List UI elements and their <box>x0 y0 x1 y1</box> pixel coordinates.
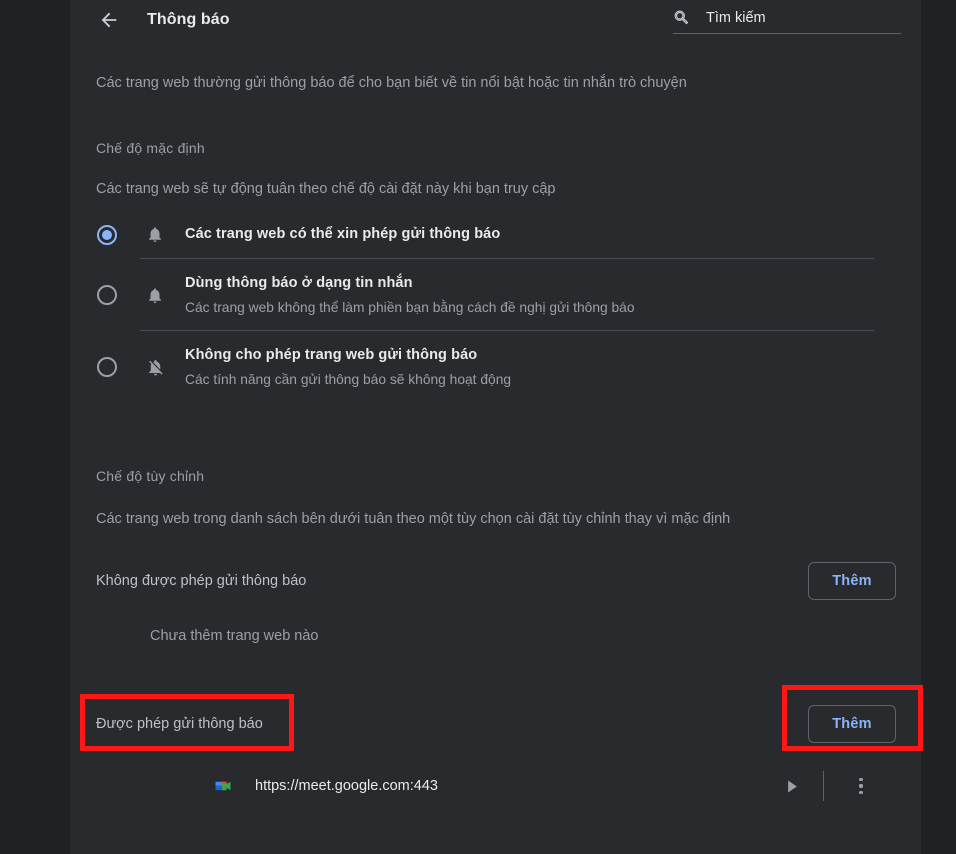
radio-indicator-quieter[interactable] <box>97 285 117 305</box>
radio-option-quieter-texts: Dùng thông báo ở dạng tin nhắn Các trang… <box>185 273 896 318</box>
radio-option-block-label: Không cho phép trang web gửi thông báo <box>185 346 478 363</box>
custom-mode-description: Các trang web trong danh sách bên dưới t… <box>96 511 731 527</box>
add-allowed-site-button[interactable]: Thêm <box>808 705 896 743</box>
google-meet-icon <box>215 781 231 791</box>
add-blocked-site-button[interactable]: Thêm <box>808 562 896 600</box>
blocked-group-header: Không được phép gửi thông báo Thêm <box>96 552 896 610</box>
bell-off-icon <box>144 358 166 377</box>
radio-option-block[interactable]: Không cho phép trang web gửi thông báo C… <box>96 331 896 403</box>
radio-option-ask[interactable]: Các trang web có thể xin phép gửi thông … <box>96 210 896 259</box>
search-icon <box>674 10 689 25</box>
radio-option-ask-label: Các trang web có thể xin phép gửi thông … <box>185 226 501 242</box>
intro-description: Các trang web thường gửi thông báo để ch… <box>96 75 687 91</box>
blocked-empty-message: Chưa thêm trang web nào <box>150 628 319 644</box>
kebab-menu-icon[interactable] <box>846 769 876 803</box>
divider <box>823 771 824 801</box>
allowed-group-header: Được phép gửi thông báo Thêm <box>96 695 896 753</box>
site-url: https://meet.google.com:443 <box>255 778 438 794</box>
radio-option-block-description: Các tính năng cần gửi thông báo sẽ không… <box>185 371 512 387</box>
search-field[interactable] <box>673 2 901 34</box>
table-row[interactable]: https://meet.google.com:443 <box>96 760 896 812</box>
back-arrow-icon <box>101 12 117 28</box>
page-header: Thông báo <box>70 0 921 40</box>
radio-indicator-ask[interactable] <box>97 224 117 245</box>
allowed-group-label: Được phép gửi thông báo <box>96 716 263 732</box>
settings-card: Thông báo Các trang web thường gửi thông… <box>70 0 921 854</box>
bell-icon <box>144 225 166 244</box>
default-mode-radio-group: Các trang web có thể xin phép gửi thông … <box>96 210 896 403</box>
right-rail <box>921 0 956 854</box>
radio-option-quieter-description: Các trang web không thể làm phiền bạn bằ… <box>185 299 635 315</box>
radio-option-quieter-label: Dùng thông báo ở dạng tin nhắn <box>185 274 413 291</box>
bell-icon <box>144 286 166 305</box>
settings-screen: Thông báo Các trang web thường gửi thông… <box>0 0 956 854</box>
back-button[interactable] <box>89 0 129 40</box>
custom-mode-title: Chế độ tùy chỉnh <box>96 468 205 484</box>
radio-option-ask-texts: Các trang web có thể xin phép gửi thông … <box>185 224 896 245</box>
search-input[interactable] <box>706 9 901 26</box>
blocked-group-label: Không được phép gửi thông báo <box>96 573 307 589</box>
radio-option-quieter[interactable]: Dùng thông báo ở dạng tin nhắn Các trang… <box>96 259 896 331</box>
radio-option-block-texts: Không cho phép trang web gửi thông báo C… <box>185 345 896 390</box>
radio-indicator-block[interactable] <box>97 357 117 377</box>
triangle-right-icon[interactable] <box>775 780 809 793</box>
left-rail <box>0 0 70 854</box>
default-mode-description: Các trang web sẽ tự động tuân theo chế đ… <box>96 181 556 197</box>
default-mode-title: Chế độ mặc định <box>96 140 205 156</box>
page-title: Thông báo <box>147 11 230 28</box>
